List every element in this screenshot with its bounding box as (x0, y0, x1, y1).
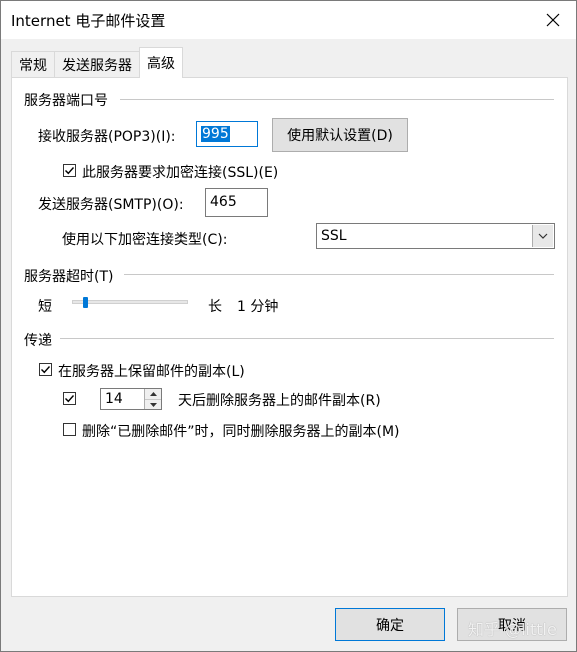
stepper-down-button[interactable] (145, 399, 161, 409)
tab-strip: 常规 发送服务器 高级 (11, 47, 183, 78)
delivery-group-divider (60, 338, 554, 339)
checkmark-icon (41, 366, 51, 374)
keep-copy-checkbox[interactable] (39, 363, 52, 376)
timeout-long-label: 长 (208, 299, 222, 315)
encryption-type-label: 使用以下加密连接类型(C): (62, 232, 228, 248)
timeout-group-label: 服务器超时(T) (24, 266, 120, 286)
encryption-type-value: SSL (321, 228, 347, 244)
timeout-slider-track[interactable] (72, 300, 188, 304)
use-defaults-button[interactable]: 使用默认设置(D) (272, 118, 408, 152)
checkmark-icon (65, 167, 75, 175)
ssl-checkbox-label: 此服务器要求加密连接(SSL)(E) (82, 165, 279, 181)
title-bar: Internet 电子邮件设置 (1, 1, 576, 39)
encryption-type-select[interactable]: SSL (316, 223, 555, 249)
tab-general[interactable]: 常规 (11, 51, 55, 78)
remove-after-days-value: 14 (105, 391, 123, 407)
timeout-group-divider (124, 274, 554, 275)
tab-advanced[interactable]: 高级 (139, 47, 183, 78)
remove-after-checkbox[interactable] (63, 392, 76, 405)
incoming-server-label: 接收服务器(POP3)(I): (38, 129, 176, 145)
stepper-buttons (144, 389, 161, 409)
delivery-group-label: 传递 (24, 330, 58, 350)
outgoing-port-input[interactable]: 465 (205, 188, 268, 217)
checkmark-icon (65, 395, 75, 403)
timeout-slider-thumb[interactable] (83, 297, 89, 308)
stepper-up-button[interactable] (145, 389, 161, 399)
close-button[interactable] (530, 1, 576, 39)
email-settings-dialog: Internet 电子邮件设置 常规 发送服务器 高级 服务器端口号 接收服务器… (0, 0, 577, 652)
advanced-panel: 服务器端口号 接收服务器(POP3)(I): 995 使用默认设置(D) 此服务… (11, 77, 568, 597)
remove-after-days-stepper[interactable]: 14 (100, 388, 162, 410)
dropdown-arrow-button[interactable] (532, 225, 553, 247)
remove-deleted-checkbox[interactable] (63, 423, 76, 436)
incoming-port-input[interactable]: 995 (196, 121, 258, 147)
remove-deleted-label: 删除“已删除邮件”时，同时删除服务器上的副本(M) (82, 424, 400, 440)
ports-group-divider (120, 99, 554, 100)
window-title: Internet 电子邮件设置 (11, 12, 166, 30)
tab-outgoing-server[interactable]: 发送服务器 (54, 51, 140, 78)
ports-group-label: 服务器端口号 (24, 90, 114, 110)
triangle-up-icon (149, 392, 157, 396)
cancel-button[interactable]: 取消 (457, 608, 567, 641)
chevron-down-icon (538, 233, 548, 239)
incoming-port-value: 995 (201, 126, 230, 142)
ok-button[interactable]: 确定 (335, 608, 445, 641)
triangle-down-icon (149, 402, 157, 407)
keep-copy-label: 在服务器上保留邮件的副本(L) (58, 364, 245, 380)
close-icon (546, 13, 560, 27)
ssl-checkbox[interactable] (63, 164, 76, 177)
timeout-short-label: 短 (38, 299, 52, 315)
outgoing-server-label: 发送服务器(SMTP)(O): (38, 197, 184, 213)
remove-after-label: 天后删除服务器上的邮件副本(R) (178, 393, 381, 409)
timeout-value: 1 分钟 (237, 299, 279, 315)
